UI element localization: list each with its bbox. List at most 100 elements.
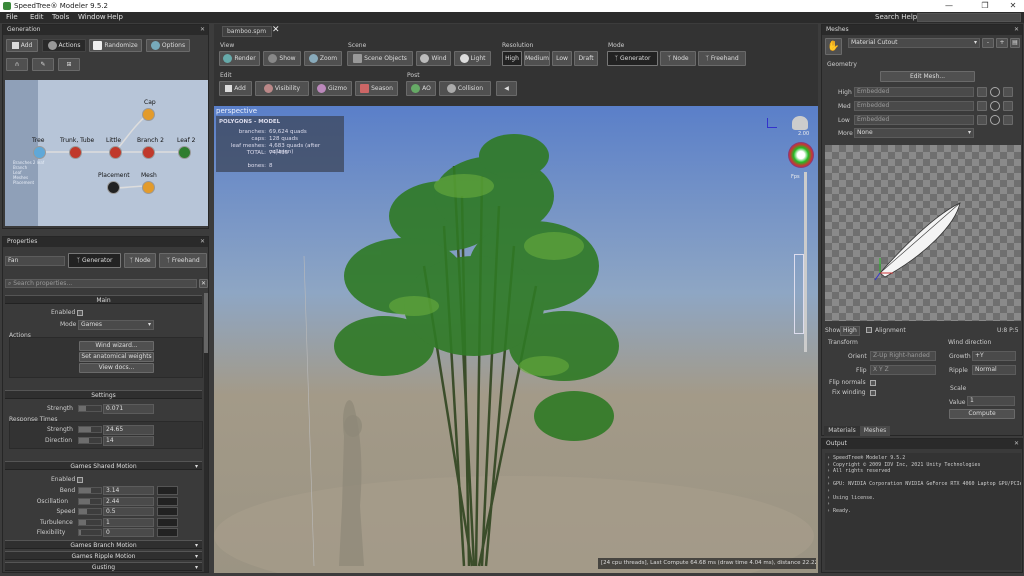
section-games-shared-motion[interactable]: Games Shared Motion ▾ — [5, 461, 202, 470]
brush-tool-button[interactable]: ✎ — [32, 58, 54, 71]
shared-row-slider[interactable] — [78, 518, 102, 526]
mode-freehand-button[interactable]: ᛉ Freehand — [698, 51, 746, 66]
document-tab[interactable]: bamboo.spm — [222, 26, 272, 37]
maximize-button[interactable]: ❐ — [974, 1, 996, 10]
panel-close-icon[interactable]: ✕ — [1014, 439, 1019, 449]
lod-field[interactable]: Embedded — [854, 115, 974, 125]
menu-help[interactable]: Help — [107, 13, 123, 21]
edit-mesh-button[interactable]: Edit Mesh... — [880, 71, 975, 82]
compute-button[interactable]: Compute — [949, 409, 1015, 419]
strength-slider[interactable] — [78, 405, 102, 412]
shared-row-field[interactable]: 1 — [103, 517, 154, 527]
lod-reload-icon[interactable] — [990, 115, 1000, 125]
lod-field[interactable]: Embedded — [854, 101, 974, 111]
render-button[interactable]: Render — [219, 51, 260, 66]
wind-button[interactable]: Wind — [416, 51, 451, 66]
set-anatomical-weights-button[interactable]: Set anatomical weights — [79, 352, 154, 362]
magnet-tool-button[interactable]: ∩ — [6, 58, 28, 71]
show-button[interactable]: Show — [263, 51, 301, 66]
back-arrow-button[interactable]: ◀ — [496, 81, 517, 96]
material-copy-button[interactable]: ▤ — [1010, 38, 1020, 48]
menu-tools[interactable]: Tools — [52, 13, 69, 21]
minimize-button[interactable]: — — [938, 1, 960, 10]
properties-scrollbar[interactable] — [204, 293, 208, 572]
shared-row-slider[interactable] — [78, 497, 102, 505]
node-trunk-icon[interactable] — [69, 146, 82, 159]
wind-wizard-button[interactable]: Wind wizard... — [79, 341, 154, 351]
layout-tool-button[interactable]: ⊞ — [58, 58, 80, 71]
resolution-medium-button[interactable]: Medium — [524, 51, 550, 66]
mode-generator-button[interactable]: ᛉ Generator — [607, 51, 658, 66]
actions-button[interactable]: Actions — [42, 39, 86, 52]
orientation-gizmo-icon[interactable] — [788, 142, 814, 168]
curve-editor-icon[interactable] — [157, 507, 178, 516]
mesh-preview[interactable] — [825, 145, 1021, 321]
add-node-button[interactable]: Add — [6, 39, 38, 52]
properties-search-input[interactable]: ⌕ Search properties... — [5, 279, 197, 288]
curve-editor-icon[interactable] — [157, 517, 178, 527]
panel-close-icon[interactable]: ✕ — [200, 25, 205, 35]
mode-node-button[interactable]: ᛉ Node — [660, 51, 696, 66]
resp-strength-slider[interactable] — [78, 426, 102, 433]
options-button[interactable]: Options — [146, 39, 190, 52]
curve-editor-icon[interactable] — [157, 486, 178, 495]
hand-tool-icon[interactable]: ✋ — [825, 38, 842, 55]
flip-select[interactable]: X Y Z — [870, 365, 936, 375]
menu-window[interactable]: Window — [78, 13, 106, 21]
mode-select[interactable]: Games ▾ — [78, 320, 154, 330]
edit-add-button[interactable]: Add — [219, 81, 252, 96]
orient-select[interactable]: Z-Up Right-handed — [870, 351, 936, 361]
node-little-icon[interactable] — [109, 146, 122, 159]
lod-browse-button[interactable] — [977, 101, 987, 111]
section-main[interactable]: Main — [5, 295, 202, 304]
node-tree-icon[interactable] — [33, 146, 46, 159]
menu-file[interactable]: File — [6, 13, 18, 21]
shared-row-slider[interactable] — [78, 508, 102, 515]
light-direction-icon[interactable] — [792, 116, 808, 130]
node-leaf2-icon[interactable] — [178, 146, 191, 159]
node-mesh-icon[interactable] — [142, 181, 155, 194]
section-games-branch-motion[interactable]: Games Branch Motion ▾ — [5, 540, 202, 549]
lod-reload-icon[interactable] — [990, 101, 1000, 111]
menu-edit[interactable]: Edit — [30, 13, 44, 21]
lod-browse-button[interactable] — [977, 115, 987, 125]
light-button[interactable]: Light — [454, 51, 491, 66]
tab-materials[interactable]: Materials — [824, 426, 860, 436]
node-cap-icon[interactable] — [142, 108, 155, 121]
lod-browse-button[interactable] — [977, 87, 987, 97]
tab-generator[interactable]: ᛉ Generator — [68, 253, 121, 268]
shared-row-slider[interactable] — [78, 529, 102, 536]
flip-normals-checkbox[interactable] — [870, 379, 876, 387]
search-help-input[interactable] — [917, 13, 1021, 22]
node-branch2-icon[interactable] — [142, 146, 155, 159]
resp-strength-field[interactable]: 24.65 — [103, 425, 154, 435]
node-graph[interactable]: Branches 2 leaf Branch Leaf Meshes Place… — [5, 80, 208, 226]
tab-meshes[interactable]: Meshes — [860, 426, 890, 436]
scale-value-field[interactable]: 1 — [967, 396, 1015, 406]
lod-edit-button[interactable] — [1003, 115, 1013, 125]
direction-field[interactable]: 14 — [103, 436, 154, 446]
ripple-select[interactable]: Normal — [972, 365, 1016, 375]
collision-button[interactable]: Collision — [439, 81, 491, 96]
curve-editor-icon[interactable] — [157, 528, 178, 537]
tab-freehand[interactable]: ᛉ Freehand — [159, 253, 207, 268]
shared-row-slider[interactable] — [78, 487, 102, 494]
resolution-draft-button[interactable]: Draft — [574, 51, 598, 66]
panel-close-icon[interactable]: ✕ — [200, 237, 205, 247]
shared-row-field[interactable]: 0.5 — [103, 507, 154, 516]
lod-reload-icon[interactable] — [990, 87, 1000, 97]
node-name-field[interactable]: Fan — [5, 256, 65, 266]
season-button[interactable]: Season — [355, 81, 398, 96]
node-placement-icon[interactable] — [107, 181, 120, 194]
show-select[interactable]: High — [840, 326, 860, 336]
lod-edit-button[interactable] — [1003, 101, 1013, 111]
scene-objects-button[interactable]: Scene Objects — [347, 51, 413, 66]
scrollbar-thumb[interactable] — [204, 293, 208, 353]
3d-viewport[interactable]: perspective POLYGONS - MODEL branches: 6… — [214, 106, 818, 573]
section-gusting[interactable]: Gusting ▾ — [5, 562, 202, 571]
material-remove-button[interactable]: - — [982, 38, 994, 48]
more-select[interactable]: None ▾ — [854, 128, 974, 138]
fix-winding-checkbox[interactable] — [870, 389, 876, 397]
direction-slider[interactable] — [78, 437, 102, 444]
view-docs-button[interactable]: View docs... — [79, 363, 154, 373]
